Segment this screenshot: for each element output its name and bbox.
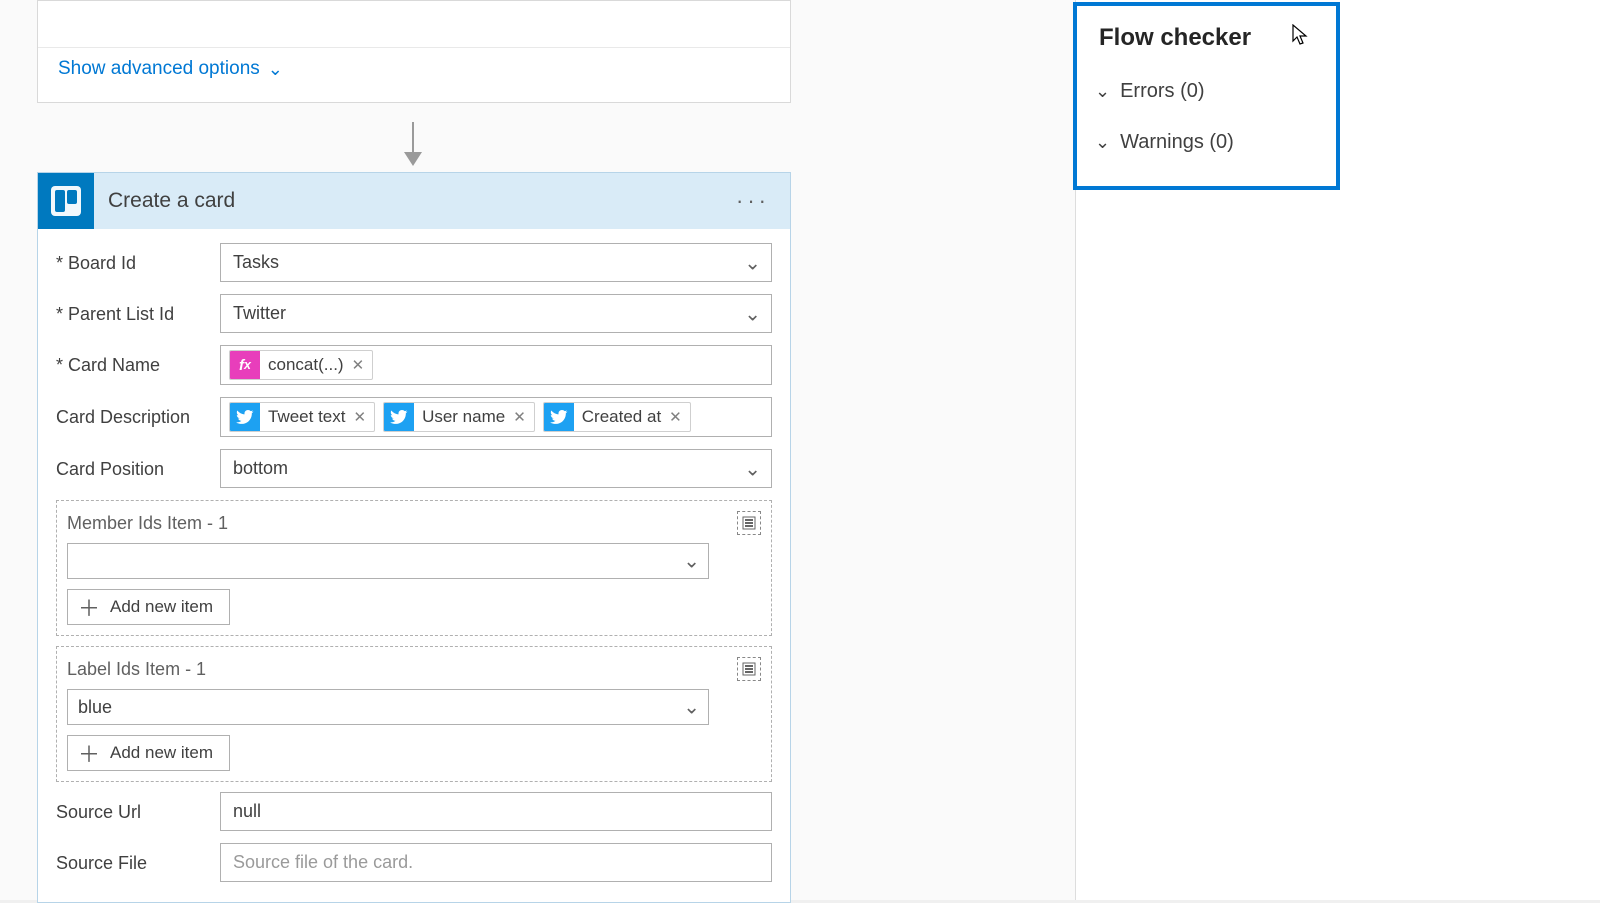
- chevron-down-icon: ⌄: [1095, 81, 1110, 102]
- source-file-label: Source File: [56, 843, 220, 874]
- card-name-input[interactable]: fx concat(...) ✕: [220, 345, 772, 385]
- chevron-down-icon: ⌄: [744, 456, 761, 481]
- twitter-icon: [544, 402, 574, 432]
- label-ids-group-label: Label Ids Item - 1: [67, 659, 206, 680]
- board-id-label: Board Id: [56, 243, 220, 274]
- card-description-label: Card Description: [56, 397, 220, 428]
- board-id-value: Tasks: [233, 252, 279, 273]
- warnings-label: Warnings (0): [1120, 131, 1234, 154]
- add-member-item-button[interactable]: ＋ Add new item: [67, 589, 230, 625]
- trello-icon: [38, 173, 94, 229]
- action-title: Create a card: [94, 189, 730, 213]
- source-file-placeholder: Source file of the card.: [233, 852, 413, 873]
- parent-list-dropdown[interactable]: Twitter ⌄: [220, 294, 772, 333]
- member-ids-group: Member Ids Item - 1 ⌄ ＋ Add new item: [56, 500, 772, 636]
- token-label: Created at: [574, 407, 667, 427]
- chevron-down-icon: ⌄: [683, 695, 700, 720]
- label-id-value: blue: [78, 697, 112, 718]
- errors-label: Errors (0): [1120, 80, 1204, 103]
- expression-token[interactable]: fx concat(...) ✕: [229, 350, 373, 380]
- switch-array-mode-button[interactable]: [737, 511, 761, 535]
- remove-token-icon[interactable]: ✕: [350, 356, 373, 374]
- action-body: Board Id Tasks ⌄ Parent List Id Twitter …: [38, 229, 790, 902]
- source-url-input[interactable]: null: [220, 792, 772, 831]
- chevron-down-icon: ⌄: [683, 549, 700, 574]
- dynamic-token-created-at[interactable]: Created at ✕: [543, 402, 691, 432]
- add-item-label: Add new item: [110, 743, 213, 763]
- connector-arrow-icon: [412, 122, 414, 164]
- board-id-dropdown[interactable]: Tasks ⌄: [220, 243, 772, 282]
- remove-token-icon[interactable]: ✕: [667, 408, 690, 426]
- add-item-label: Add new item: [110, 597, 213, 617]
- chevron-down-icon: ⌄: [744, 301, 761, 326]
- parent-list-value: Twitter: [233, 303, 286, 324]
- dynamic-token-tweet-text[interactable]: Tweet text ✕: [229, 402, 375, 432]
- plus-icon: ＋: [78, 591, 100, 623]
- source-file-input[interactable]: Source file of the card.: [220, 843, 772, 882]
- errors-section-toggle[interactable]: ⌄ Errors (0): [1077, 66, 1336, 117]
- fx-icon: fx: [230, 350, 260, 380]
- action-menu-button[interactable]: ···: [730, 182, 776, 220]
- parent-list-label: Parent List Id: [56, 294, 220, 325]
- flow-canvas: Show advanced options ⌄ Create a card ··…: [0, 0, 1075, 900]
- token-label: User name: [414, 407, 511, 427]
- source-url-label: Source Url: [56, 792, 220, 823]
- remove-token-icon[interactable]: ✕: [511, 408, 534, 426]
- show-advanced-options-link[interactable]: Show advanced options ⌄: [58, 58, 283, 80]
- token-label: Tweet text: [260, 407, 351, 427]
- card-position-label: Card Position: [56, 449, 220, 480]
- expression-token-label: concat(...): [260, 355, 350, 375]
- card-position-dropdown[interactable]: bottom ⌄: [220, 449, 772, 488]
- card-position-value: bottom: [233, 458, 288, 479]
- add-label-item-button[interactable]: ＋ Add new item: [67, 735, 230, 771]
- plus-icon: ＋: [78, 737, 100, 769]
- source-url-value: null: [233, 801, 261, 822]
- switch-array-mode-button[interactable]: [737, 657, 761, 681]
- create-card-action: Create a card ··· Board Id Tasks ⌄ Paren…: [37, 172, 791, 903]
- chevron-down-icon: ⌄: [744, 250, 761, 275]
- action-header[interactable]: Create a card ···: [38, 173, 790, 229]
- label-id-dropdown[interactable]: blue ⌄: [67, 689, 709, 725]
- chevron-down-icon: ⌄: [1095, 132, 1110, 153]
- member-id-dropdown[interactable]: ⌄: [67, 543, 709, 579]
- flow-checker-panel: Flow checker ⌄ Errors (0) ⌄ Warnings (0): [1073, 2, 1340, 190]
- chevron-down-icon: ⌄: [268, 59, 283, 80]
- show-advanced-options-label: Show advanced options: [58, 58, 260, 80]
- label-ids-group: Label Ids Item - 1 blue ⌄ ＋ Add new item: [56, 646, 772, 782]
- card-name-label: Card Name: [56, 345, 220, 376]
- twitter-icon: [384, 402, 414, 432]
- member-ids-group-label: Member Ids Item - 1: [67, 513, 228, 534]
- flow-checker-title: Flow checker: [1077, 20, 1336, 66]
- previous-action-card: Show advanced options ⌄: [37, 0, 791, 103]
- card-description-input[interactable]: Tweet text ✕ User name ✕ C: [220, 397, 772, 437]
- dynamic-token-user-name[interactable]: User name ✕: [383, 402, 535, 432]
- warnings-section-toggle[interactable]: ⌄ Warnings (0): [1077, 117, 1336, 168]
- remove-token-icon[interactable]: ✕: [351, 408, 374, 426]
- twitter-icon: [230, 402, 260, 432]
